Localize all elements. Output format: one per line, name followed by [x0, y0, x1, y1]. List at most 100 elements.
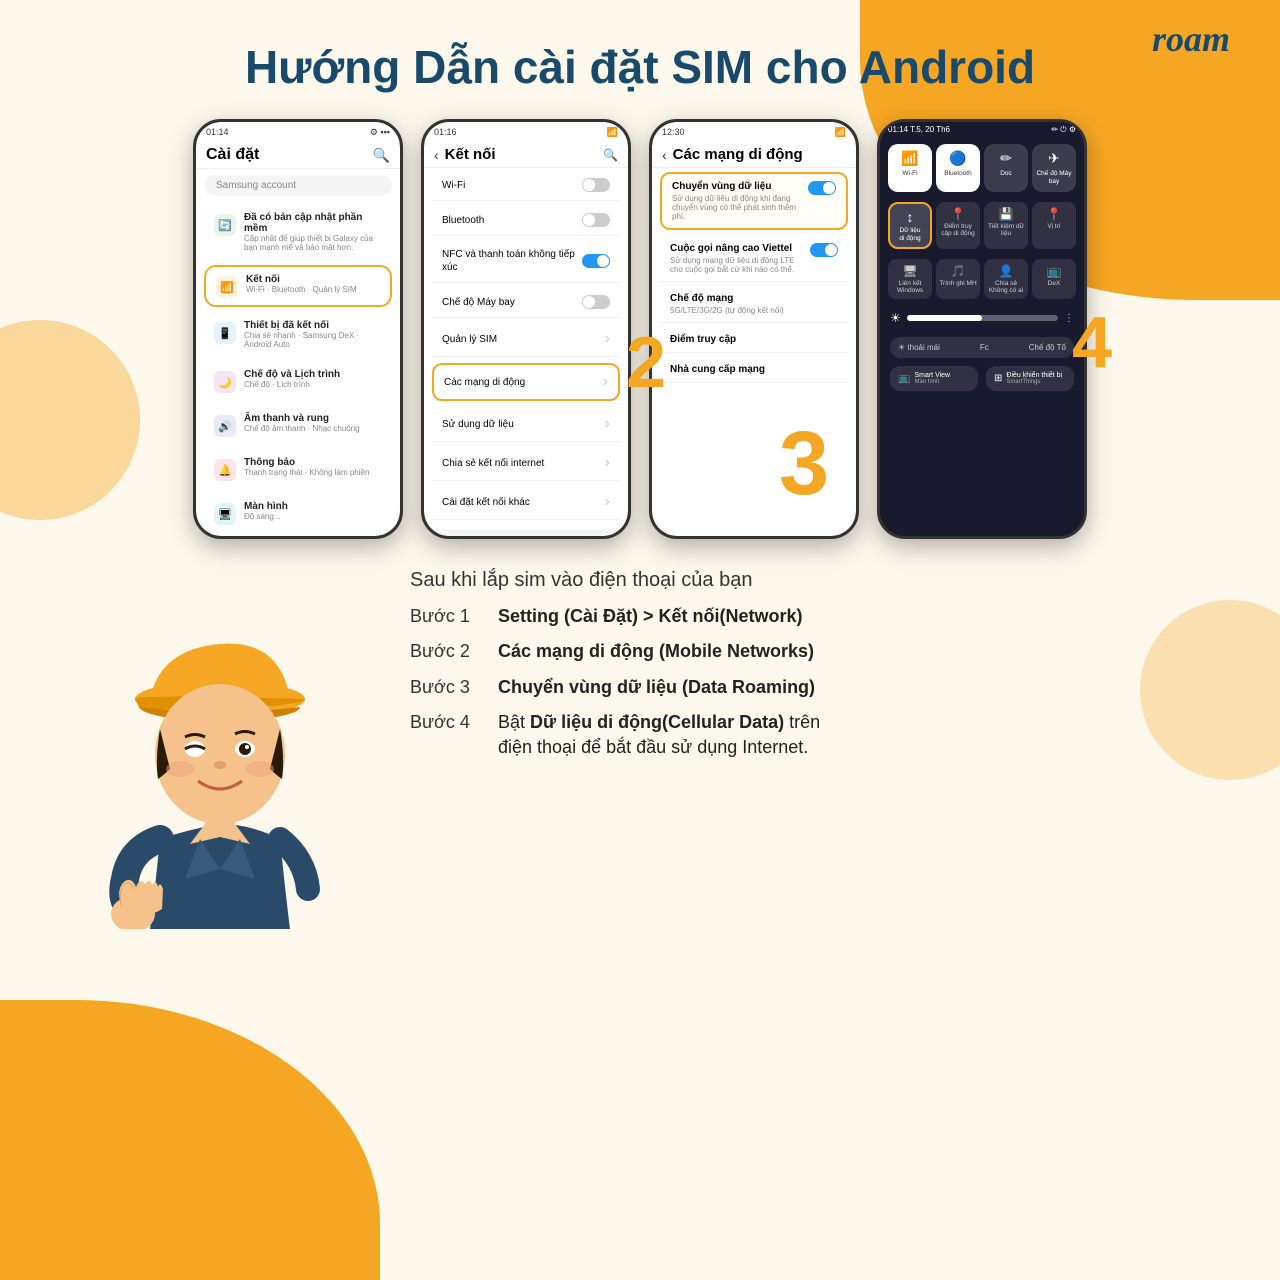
display-title: Màn hình: [244, 501, 382, 512]
phone-1-search: Samsung account: [204, 175, 392, 196]
instructions-intro: Sau khi lắp sim vào điện thoại của bạn: [410, 569, 1220, 592]
brightness-icon: ☀: [890, 311, 901, 325]
qs-airplane[interactable]: ✈ Chế độ Máy bay: [1032, 144, 1076, 192]
step-4-badge: 4: [1072, 307, 1112, 379]
share-qs-icon: 👤: [999, 264, 1014, 278]
qs-datasave[interactable]: 💾 Tiết kiệm dữ liệu: [984, 202, 1028, 250]
airplane-item: Chế độ Máy bay: [432, 287, 620, 318]
network-mode-item: Chế độ mạng 5G/LTE/3G/2G (tự động kết nố…: [660, 286, 848, 323]
phone-2-screen: 01:16📶 ‹ Kết nối 🔍 Wi-Fi Bluetooth: [424, 122, 628, 536]
qs-bluetooth[interactable]: 🔵 Bluetooth: [936, 144, 980, 192]
hotspot-item: Chia sẻ kết nối internet ›: [432, 446, 620, 481]
phone-1-ketno-item[interactable]: 📶 Kết nối Wi-Fi · Bluetooth · Quản lý SI…: [204, 265, 392, 307]
qs-data-mobile[interactable]: ↕ Dữ liệudi động: [888, 202, 932, 250]
network-mode-sub: 5G/LTE/3G/2G (tự động kết nối): [670, 306, 838, 315]
qs-wifi[interactable]: 📶 Wi-Fi: [888, 144, 932, 192]
status-icons: ⚙ ▪▪▪: [370, 127, 390, 138]
qs-row-3: 🖥 Liên kết Windows 🎵 Trình ghi MH 👤 Chia…: [880, 255, 1084, 303]
hotspot-qs-label: Điểm truy cập di động: [939, 223, 977, 237]
mode-btn[interactable]: ☀ thoải mái Fc Chế độ Tố: [890, 337, 1074, 358]
phone-1-status: 01:14 ⚙ ▪▪▪: [196, 122, 400, 142]
smart-view-label: Smart View: [914, 372, 950, 379]
sound-title: Âm thanh và rung: [244, 413, 382, 424]
mode-label: ☀ thoải mái: [898, 343, 940, 352]
wifi-item: Wi-Fi: [432, 170, 620, 201]
phone-2-status: 01:16📶: [424, 122, 628, 142]
airplane-toggle[interactable]: [582, 295, 610, 309]
update-title: Đã có bản cập nhật phần mềm: [244, 212, 382, 234]
smart-view-sub: Màn hình: [914, 379, 950, 385]
phone-1-update-item: 🔄 Đã có bản cập nhật phần mềm Cập nhật đ…: [204, 205, 392, 259]
phone-4-frame: 01:14 T.5, 20 Th6 ✏ ⏻ ⚙ 📶 Wi-Fi 🔵 Blueto…: [877, 119, 1087, 539]
phones-row: 01:14 ⚙ ▪▪▪ Cài đặt 🔍 Samsung account 🔄 …: [40, 119, 1240, 539]
bluetooth-toggle[interactable]: [582, 213, 610, 227]
step-2-content: Các mạng di động (Mobile Networks): [498, 639, 814, 664]
mode-buttons: ☀ thoải mái Fc Chế độ Tố: [880, 333, 1084, 362]
qs-doc[interactable]: ✏ Doc: [984, 144, 1028, 192]
search-icon[interactable]: 🔍: [603, 148, 618, 162]
phone-1-frame: 01:14 ⚙ ▪▪▪ Cài đặt 🔍 Samsung account 🔄 …: [193, 119, 403, 539]
phone-3-header: ‹ Các mạng di động: [652, 142, 856, 168]
recorder-qs-icon: 🎵: [951, 264, 966, 278]
datasave-qs-icon: 💾: [999, 207, 1014, 221]
phone-2-frame: 01:16📶 ‹ Kết nối 🔍 Wi-Fi Bluetooth: [421, 119, 631, 539]
search-icon[interactable]: 🔍: [373, 147, 390, 164]
network-provider-label: Nhà cung cấp mạng: [670, 364, 838, 375]
smart-view-btn[interactable]: 📺 Smart View Màn hình: [890, 366, 978, 391]
data-roaming-toggle[interactable]: [808, 181, 836, 195]
chevron-right-icon3: ›: [605, 415, 610, 433]
search-hint: Bạn đang tìm kiếm điều gì khác?: [432, 530, 620, 536]
step-4-content: Bật Dữ liệu di động(Cellular Data) trên …: [498, 710, 820, 760]
nfc-toggle[interactable]: [582, 254, 610, 268]
data-roaming-item[interactable]: Chuyển vùng dữ liệu Sử dụng dữ liệu di đ…: [660, 172, 848, 230]
enhanced-call-sub: Sử dụng mạng dữ liệu di động LTE cho cuộ…: [670, 256, 804, 274]
display-icon: 🖥: [214, 503, 236, 525]
enhanced-call-toggle[interactable]: [810, 243, 838, 257]
chevron-right-icon5: ›: [605, 493, 610, 511]
network-provider-item: Nhà cung cấp mạng: [660, 357, 848, 383]
phone-1-screen: 01:14 ⚙ ▪▪▪ Cài đặt 🔍 Samsung account 🔄 …: [196, 122, 400, 536]
phone-1-notify-item: 🔔 Thông báo Thanh trạng thái · Không làm…: [204, 450, 392, 488]
step-2-row: Bước 2 Các mạng di động (Mobile Networks…: [410, 639, 1220, 664]
phone-3-status: 12:30📶: [652, 122, 856, 142]
mode-right-label: Chế độ Tố: [1029, 343, 1066, 352]
step-4-row: Bước 4 Bật Dữ liệu di động(Cellular Data…: [410, 710, 1220, 760]
smart-things-btn[interactable]: ⊞ Điều khiển thiết bị SmartThings: [986, 366, 1074, 391]
device-sub: Chia sẻ nhanh · Samsung DeX · Android Au…: [244, 331, 382, 349]
mode-icon: 🌙: [214, 371, 236, 393]
enhanced-call-label: Cuộc gọi nâng cao Viettel: [670, 243, 804, 254]
qs-row-1: 📶 Wi-Fi 🔵 Bluetooth ✏ Doc ✈: [880, 138, 1084, 198]
back-arrow-3[interactable]: ‹: [662, 147, 667, 163]
doc-qs-label: Doc: [1000, 170, 1012, 178]
step-3-badge: 3: [779, 419, 829, 509]
update-sub: Cập nhật để giúp thiết bị Galaxy của bạn…: [244, 234, 382, 252]
back-arrow[interactable]: ‹: [434, 147, 439, 163]
recorder-qs-label: Trình ghi MH: [939, 280, 976, 287]
brightness-slider[interactable]: [907, 315, 1058, 321]
step-1-row: Bước 1 Setting (Cài Đặt) > Kết nối(Netwo…: [410, 604, 1220, 629]
mobile-networks-item[interactable]: Các mạng di động ›: [432, 363, 620, 401]
mode-title: Chế độ và Lịch trình: [244, 369, 382, 380]
qs-dex[interactable]: 📺 DeX: [1032, 259, 1076, 299]
qs-recorder[interactable]: 🎵 Trình ghi MH: [936, 259, 980, 299]
wifi-toggle[interactable]: [582, 178, 610, 192]
data-usage-item: Sử dụng dữ liệu ›: [432, 407, 620, 442]
phone-3-container: 12:30📶 ‹ Các mạng di động Chuyển vùng dữ…: [649, 119, 859, 539]
phone-2-title: Kết nối: [445, 146, 597, 163]
qs-share[interactable]: 👤 Chia sẻ Không có ai: [984, 259, 1028, 299]
step-4-label: Bước 4: [410, 712, 490, 733]
qs-windows[interactable]: 🖥 Liên kết Windows: [888, 259, 932, 299]
phone-1-display-item: 🖥 Màn hình Độ sáng...: [204, 494, 392, 532]
more-settings-item: Cài đặt kết nối khác ›: [432, 485, 620, 520]
smart-view-icon: 📺: [898, 373, 910, 384]
qs-location[interactable]: 📍 Vị trí: [1032, 202, 1076, 250]
hotspot-qs-icon: 📍: [951, 207, 966, 221]
location-qs-icon: 📍: [1047, 207, 1062, 221]
device-title: Thiết bị đã kết nối: [244, 320, 382, 331]
qs-hotspot[interactable]: 📍 Điểm truy cập di động: [936, 202, 980, 250]
bottom-section: Sau khi lắp sim vào điện thoại của bạn B…: [40, 559, 1240, 939]
character-svg: [80, 569, 360, 929]
step-3-row: Bước 3 Chuyển vùng dữ liệu (Data Roaming…: [410, 675, 1220, 700]
display-sub: Độ sáng...: [244, 512, 382, 521]
doc-qs-icon: ✏: [1000, 150, 1012, 167]
